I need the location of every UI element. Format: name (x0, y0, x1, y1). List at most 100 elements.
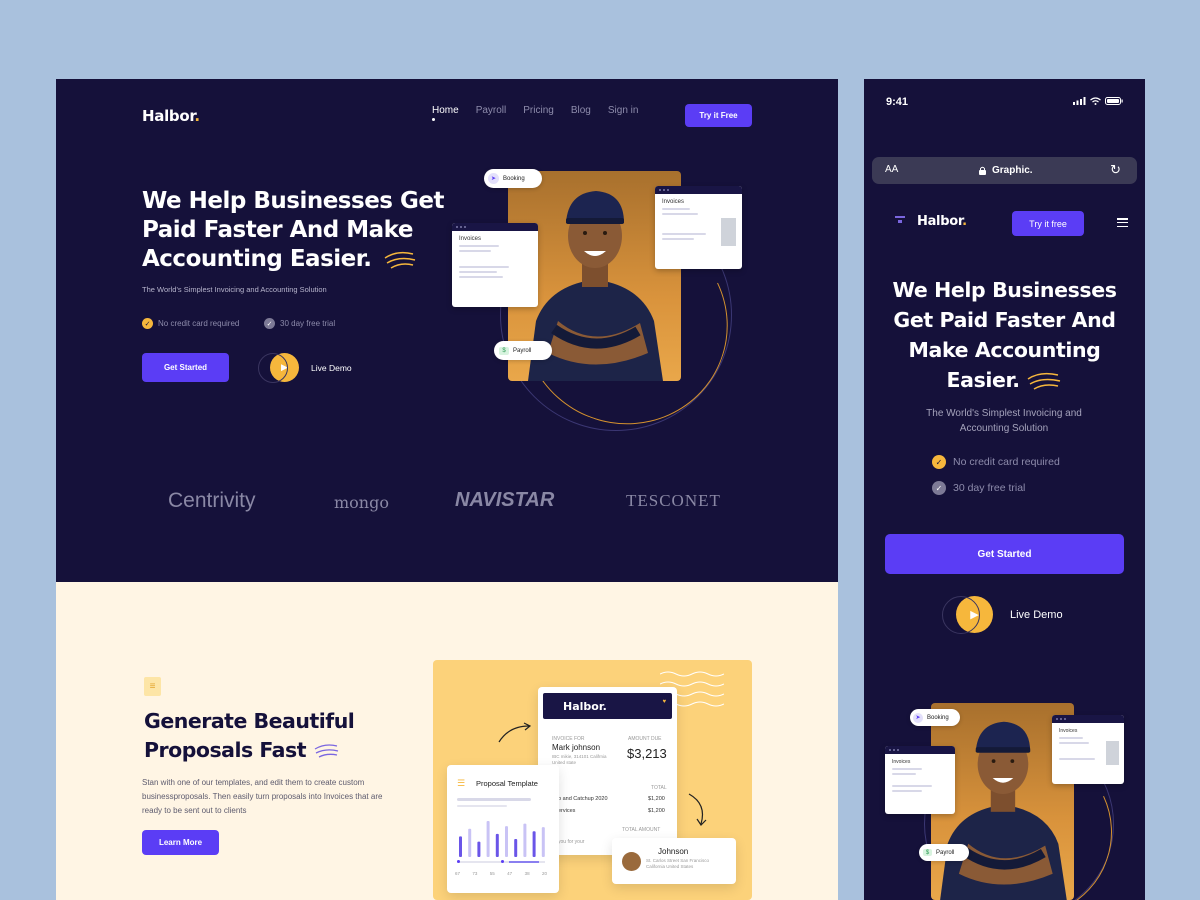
invoices-label: Invoices (1059, 728, 1078, 734)
proposals-illustration: Halbor. ♥ INVOICE FOR Mark johnson IBC m… (433, 660, 752, 900)
booking-label: Booking (927, 714, 949, 721)
check-icon: ✓ (142, 318, 153, 329)
hero-illustration: ➤ Booking Invoices Invoices $ Payroll (448, 169, 758, 454)
nav-home[interactable]: Home (432, 105, 459, 121)
live-demo-button[interactable]: ▶ Live Demo (942, 596, 1063, 634)
amount-due-label: AMOUNT DUE (628, 736, 662, 742)
get-started-button[interactable]: Get Started (885, 534, 1124, 574)
battery-icon (1105, 97, 1123, 105)
list-icon: ☰ (457, 778, 466, 788)
check-icon: ✓ (264, 318, 275, 329)
chart-bar (459, 836, 462, 857)
send-icon: ➤ (488, 173, 499, 184)
money-icon: $ (923, 849, 932, 856)
partner-logos: Centrivity mongo NAVISTAR TESCONET (168, 487, 768, 517)
browser-url-bar[interactable]: AA Graphic. ↻ (872, 157, 1137, 184)
invoices-card-right: Invoices (655, 186, 742, 269)
url-text: Graphic. (992, 165, 1033, 176)
avatar-photo (1106, 741, 1119, 765)
check-no-credit-card: ✓ No credit card required (932, 455, 1060, 469)
nav-sign-in[interactable]: Sign in (608, 105, 639, 116)
nav-payroll[interactable]: Payroll (476, 105, 507, 116)
amount-due-value: $3,213 (627, 746, 667, 761)
logo-navistar: NAVISTAR (455, 489, 555, 511)
chart-bar (468, 828, 472, 857)
try-it-free-button[interactable]: Try it free (1012, 211, 1084, 236)
desktop-frame: Halbor. Home Payroll Pricing Blog Sign i… (56, 79, 838, 900)
check-icon: ✓ (932, 455, 946, 469)
hero-illustration: ➤ Booking Invoices Invoices $ Payroll (884, 699, 1136, 900)
brand-name: Halbor (142, 107, 195, 125)
window-bar (655, 186, 742, 194)
reload-icon[interactable]: ↻ (1110, 162, 1121, 178)
booking-pill: ➤ Booking (484, 169, 542, 188)
payroll-label: Payroll (936, 849, 955, 856)
invoice-address: IBC mikie, 314101 Califrnia United state (552, 754, 607, 765)
axis-label: 20 (541, 871, 547, 876)
window-bar (1052, 715, 1124, 723)
squiggle-icon (314, 744, 338, 758)
contact-name: Johnson (658, 847, 689, 856)
brand-logo[interactable]: Halbor. (142, 107, 200, 125)
check-label: No credit card required (158, 319, 240, 328)
brand-name: Halbor (917, 214, 963, 229)
learn-more-button[interactable]: Learn More (142, 830, 219, 855)
proposals-title: Generate Beautiful Proposals Fast (144, 707, 384, 765)
payroll-pill: $ Payroll (919, 844, 969, 861)
lock-icon (979, 166, 986, 175)
status-time: 9:41 (886, 96, 909, 108)
live-demo-label: Live Demo (1010, 608, 1063, 621)
logo-mongo: mongo (334, 493, 389, 512)
axis-label: 47 (507, 871, 513, 876)
brand-dot: . (194, 107, 200, 125)
invoice-brand: Halbor. (563, 700, 607, 713)
check-label: 30 day free trial (953, 482, 1026, 494)
main-nav: Home Payroll Pricing Blog Sign in (432, 105, 655, 121)
live-demo-label: Live Demo (311, 362, 352, 373)
check-label: No credit card required (953, 456, 1060, 468)
invoice-client: Mark johnson (552, 743, 601, 752)
nav-pricing[interactable]: Pricing (523, 105, 554, 116)
url-address[interactable]: Graphic. (979, 165, 1033, 176)
wifi-icon (1090, 97, 1101, 105)
play-ring (942, 596, 980, 634)
heart-icon: ♥ (662, 699, 666, 705)
try-it-free-button[interactable]: Try it Free (685, 104, 752, 127)
hamburger-menu-icon[interactable] (1117, 218, 1128, 227)
squiggle-icon (1028, 372, 1061, 390)
hero-headline: We Help Businesses Get Paid Faster And M… (142, 187, 452, 274)
booking-pill: ➤ Booking (910, 709, 960, 726)
hero-subheadline: The World's Simplest Invoicing and Accou… (926, 408, 1082, 434)
check-no-credit-card: ✓ No credit card required (142, 318, 239, 329)
line-item-name: ervices (558, 808, 576, 814)
get-started-button[interactable]: Get Started (142, 353, 229, 382)
signal-icon (1073, 97, 1086, 105)
avatar (622, 852, 641, 871)
invoices-card-left: Invoices (885, 746, 955, 814)
line-item-name: p and Catchup 2020 (558, 796, 608, 802)
line-item-amount: $1,200 (648, 796, 665, 802)
brand-logo[interactable]: Halbor. (917, 214, 967, 229)
arrow-icon (498, 722, 532, 743)
check-label: 30 day free trial (280, 319, 336, 328)
chart-bar (505, 826, 508, 857)
avatar-photo (721, 218, 736, 246)
slider-track (457, 860, 545, 863)
invoice-header: Halbor. ♥ (543, 693, 672, 719)
axis-label: 55 (489, 871, 495, 876)
invoices-label: Invoices (459, 236, 482, 242)
money-icon: $ (499, 346, 509, 355)
brand-dot: . (962, 214, 967, 229)
text-size-button[interactable]: AA (885, 164, 898, 175)
live-demo-button[interactable]: ▶ Live Demo (258, 353, 352, 383)
window-bar (452, 223, 538, 231)
mobile-frame: 9:41 AA Graphic. ↻ Halbor. Try it free W… (864, 79, 1145, 900)
send-icon: ➤ (913, 712, 923, 723)
invoice-for-label: INVOICE FOR (552, 736, 585, 742)
play-ring (258, 353, 288, 383)
proposals-body: Stan with one of our templates, and edit… (142, 778, 383, 815)
hero-headline-text: We Help Businesses Get Paid Faster And M… (892, 278, 1117, 392)
squiggle-icon (384, 251, 416, 269)
chart-bar (477, 841, 481, 857)
nav-blog[interactable]: Blog (571, 105, 591, 116)
